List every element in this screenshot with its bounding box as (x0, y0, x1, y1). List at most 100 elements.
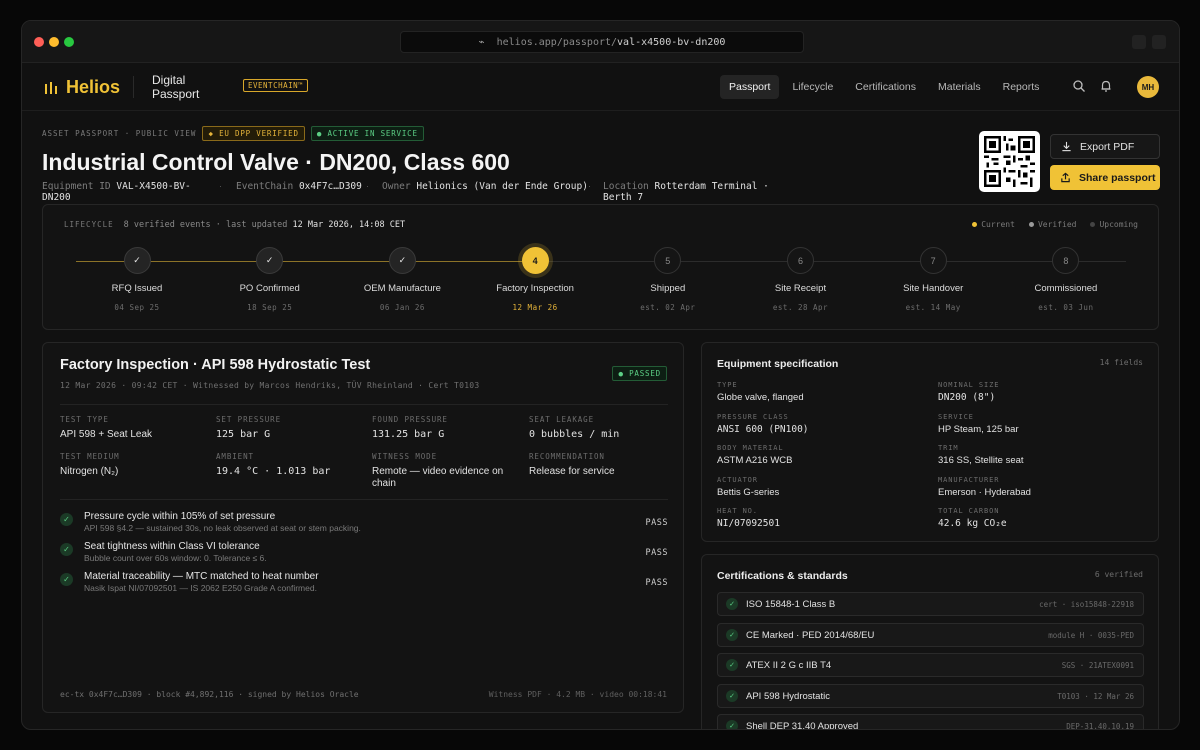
step-date: 04 Sep 25 (114, 303, 160, 312)
lifecycle-step[interactable]: 5 Shipped est. 02 Apr (603, 247, 733, 312)
info-separator: · (588, 181, 591, 191)
spec-field: HEAT NO. NI/07092501 (717, 507, 780, 529)
check-circle-icon: ✓ (60, 543, 73, 556)
lifecycle-step[interactable]: ✓ PO Confirmed 18 Sep 25 (205, 247, 335, 312)
legend-upcoming: Upcoming (1090, 220, 1138, 229)
lifecycle-header: LIFECYCLE 8 verified events · last updat… (64, 220, 406, 230)
lifecycle-step[interactable]: 7 Site Handover est. 14 May (868, 247, 998, 312)
field-ambient: AMBIENT 19.4 °C · 1.013 bar (216, 452, 331, 477)
lifecycle-step[interactable]: 8 Commissioned est. 03 Jun (1001, 247, 1131, 312)
step-label: Shipped (650, 283, 686, 294)
lifecycle-legend: Current Verified Upcoming (972, 220, 1138, 229)
step-marker: ✓ (388, 247, 416, 274)
step-marker: 5 (654, 247, 682, 274)
spec-field: BODY MATERIAL ASTM A216 WCB (717, 444, 793, 466)
minimize-window-button[interactable] (49, 37, 59, 47)
close-window-button[interactable] (34, 37, 44, 47)
tab-passport[interactable]: Passport (720, 75, 780, 99)
inspection-title: Factory Inspection · API 598 Hydrostatic… (60, 357, 371, 373)
step-label: Site Handover (903, 283, 964, 294)
info-separator: · (219, 181, 222, 191)
lifecycle-step[interactable]: ✓ RFQ Issued 04 Sep 25 (72, 247, 202, 312)
user-avatar[interactable]: MH (1137, 76, 1159, 98)
tab-lifecycle[interactable]: Lifecycle (783, 75, 842, 99)
brand-divider (133, 76, 134, 98)
browser-extension-button[interactable] (1132, 35, 1146, 49)
step-marker: 7 (919, 247, 947, 274)
qr-code-icon (984, 136, 1035, 187)
asset-passport-label: ASSET PASSPORT · PUBLIC VIEW (42, 129, 197, 138)
check-circle-icon: ✓ (726, 689, 738, 702)
nav-tabs: Passport Lifecycle Certifications Materi… (720, 75, 1048, 99)
step-label: OEM Manufacture (363, 283, 441, 294)
equipment-id: Equipment ID VAL-X4500-BV-DN200 (42, 181, 191, 203)
tab-materials[interactable]: Materials (929, 75, 990, 99)
step-date: 12 Mar 26 (512, 303, 558, 312)
step-date: 06 Jan 26 (379, 303, 425, 312)
step-marker: ✓ (256, 247, 284, 274)
step-label: RFQ Issued (111, 283, 163, 294)
inspection-meta: 12 Mar 2026 · 09:42 CET · Witnessed by M… (60, 381, 480, 390)
spec-field: SERVICE HP Steam, 125 bar (938, 412, 1019, 435)
check-item: ✓ Seat tightness within Class VI toleran… (60, 541, 668, 563)
brand-name: Helios (66, 77, 121, 97)
browser-menu-button[interactable] (1152, 35, 1166, 49)
address-bar[interactable]: ⌁ helios.app/passport/val-x4500-bv-dn200 (400, 31, 804, 53)
field-set-pressure: SET PRESSURE 125 bar G (216, 415, 281, 440)
brand-subtitle: Digital Passport (152, 73, 200, 101)
lifecycle-step[interactable]: 4 Factory Inspection 12 Mar 26 (470, 247, 600, 312)
field-test-medium: TEST MEDIUM Nitrogen (N₂) (60, 452, 120, 477)
url-host: helios.app/passport/ (496, 36, 618, 48)
maximize-window-button[interactable] (64, 37, 74, 47)
divider (60, 404, 668, 405)
cert-item[interactable]: ✓ ATEX II 2 G c IIB T4 SGS · 21ATEX0091 (717, 653, 1144, 677)
lifecycle-step[interactable]: 6 Site Receipt est. 28 Apr (736, 247, 866, 312)
eventchain-id[interactable]: EventChain 0x4F7c…D309 (236, 181, 362, 192)
certs-title: Certifications & standards (717, 570, 848, 582)
eu-dpp-badge: ◆ EU DPP VERIFIED (202, 126, 305, 141)
cert-item[interactable]: ✓ Shell DEP 31.40 Approved DEP-31.40.10.19 (717, 714, 1144, 729)
field-seat-leakage: SEAT LEAKAGE 0 bubbles / min (529, 415, 620, 440)
url-path: val-x4500-bv-dn200 (617, 36, 726, 48)
spec-title: Equipment specification (717, 358, 839, 370)
step-marker: 6 (787, 247, 814, 274)
helios-logo-icon (45, 81, 57, 94)
step-marker: 8 (1052, 247, 1080, 274)
download-icon (1062, 141, 1071, 152)
bell-icon[interactable] (1099, 79, 1113, 93)
certifications-card: Certifications & standards 6 verified ✓ I… (701, 554, 1159, 729)
field-test-type: TEST TYPE API 598 + Seat Leak (60, 415, 153, 440)
legend-verified: Verified (1029, 220, 1077, 229)
step-label: Commissioned (1034, 283, 1098, 294)
cert-item[interactable]: ✓ CE Marked · PED 2014/68/EU module H · 00… (717, 622, 1144, 647)
divider (60, 499, 668, 500)
check-circle-icon: ✓ (726, 720, 738, 729)
owner: Owner Helionics (Van der Ende Group) (382, 181, 588, 192)
tab-certifications[interactable]: Certifications (846, 75, 925, 99)
url-lock-icon: ⌁ (478, 36, 485, 48)
spec-field: TYPE Globe valve, flanged (717, 381, 804, 403)
inspection-tx-footer[interactable]: ec-tx 0x4F7c…D309 · block #4,892,116 · s… (60, 690, 359, 699)
passport-qr-code[interactable] (979, 131, 1040, 192)
check-item: ✓ Pressure cycle within 105% of set pres… (60, 511, 668, 533)
step-date: est. 28 Apr (772, 303, 829, 312)
export-pdf-button[interactable]: Export PDF (1050, 134, 1160, 159)
brand-logo[interactable]: Helios (44, 77, 120, 98)
step-date: est. 03 Jun (1038, 303, 1094, 312)
search-icon[interactable] (1072, 79, 1086, 93)
witness-attachments[interactable]: Witness PDF · 4.2 MB · video 00:18:41 (489, 690, 667, 699)
lifecycle-step[interactable]: ✓ OEM Manufacture 06 Jan 26 (337, 247, 467, 312)
check-item: ✓ Material traceability — MTC matched to… (60, 571, 668, 593)
cert-item[interactable]: ✓ ISO 15848-1 Class Bcert · iso15848-2291… (717, 592, 1144, 616)
tab-reports[interactable]: Reports (994, 75, 1049, 99)
browser-chrome: ⌁ helios.app/passport/val-x4500-bv-dn200 (22, 21, 1179, 63)
lifecycle-card: LIFECYCLE 8 verified events · last updat… (42, 204, 1159, 330)
cert-item[interactable]: ✓ API 598 Hydrostatic T0103 · 12 Mar 26 (717, 683, 1144, 708)
spec-field: PRESSURE CLASS ANSI 600 (PN100) (717, 412, 809, 435)
check-circle-icon: ✓ (60, 513, 73, 526)
step-marker: 4 (521, 247, 549, 274)
step-date: est. 02 Apr (640, 303, 696, 312)
spec-field: TRIM 316 SS, Stellite seat (938, 444, 1024, 466)
browser-window: ⌁ helios.app/passport/val-x4500-bv-dn200… (21, 20, 1180, 730)
share-passport-button[interactable]: Share passport (1050, 165, 1160, 190)
